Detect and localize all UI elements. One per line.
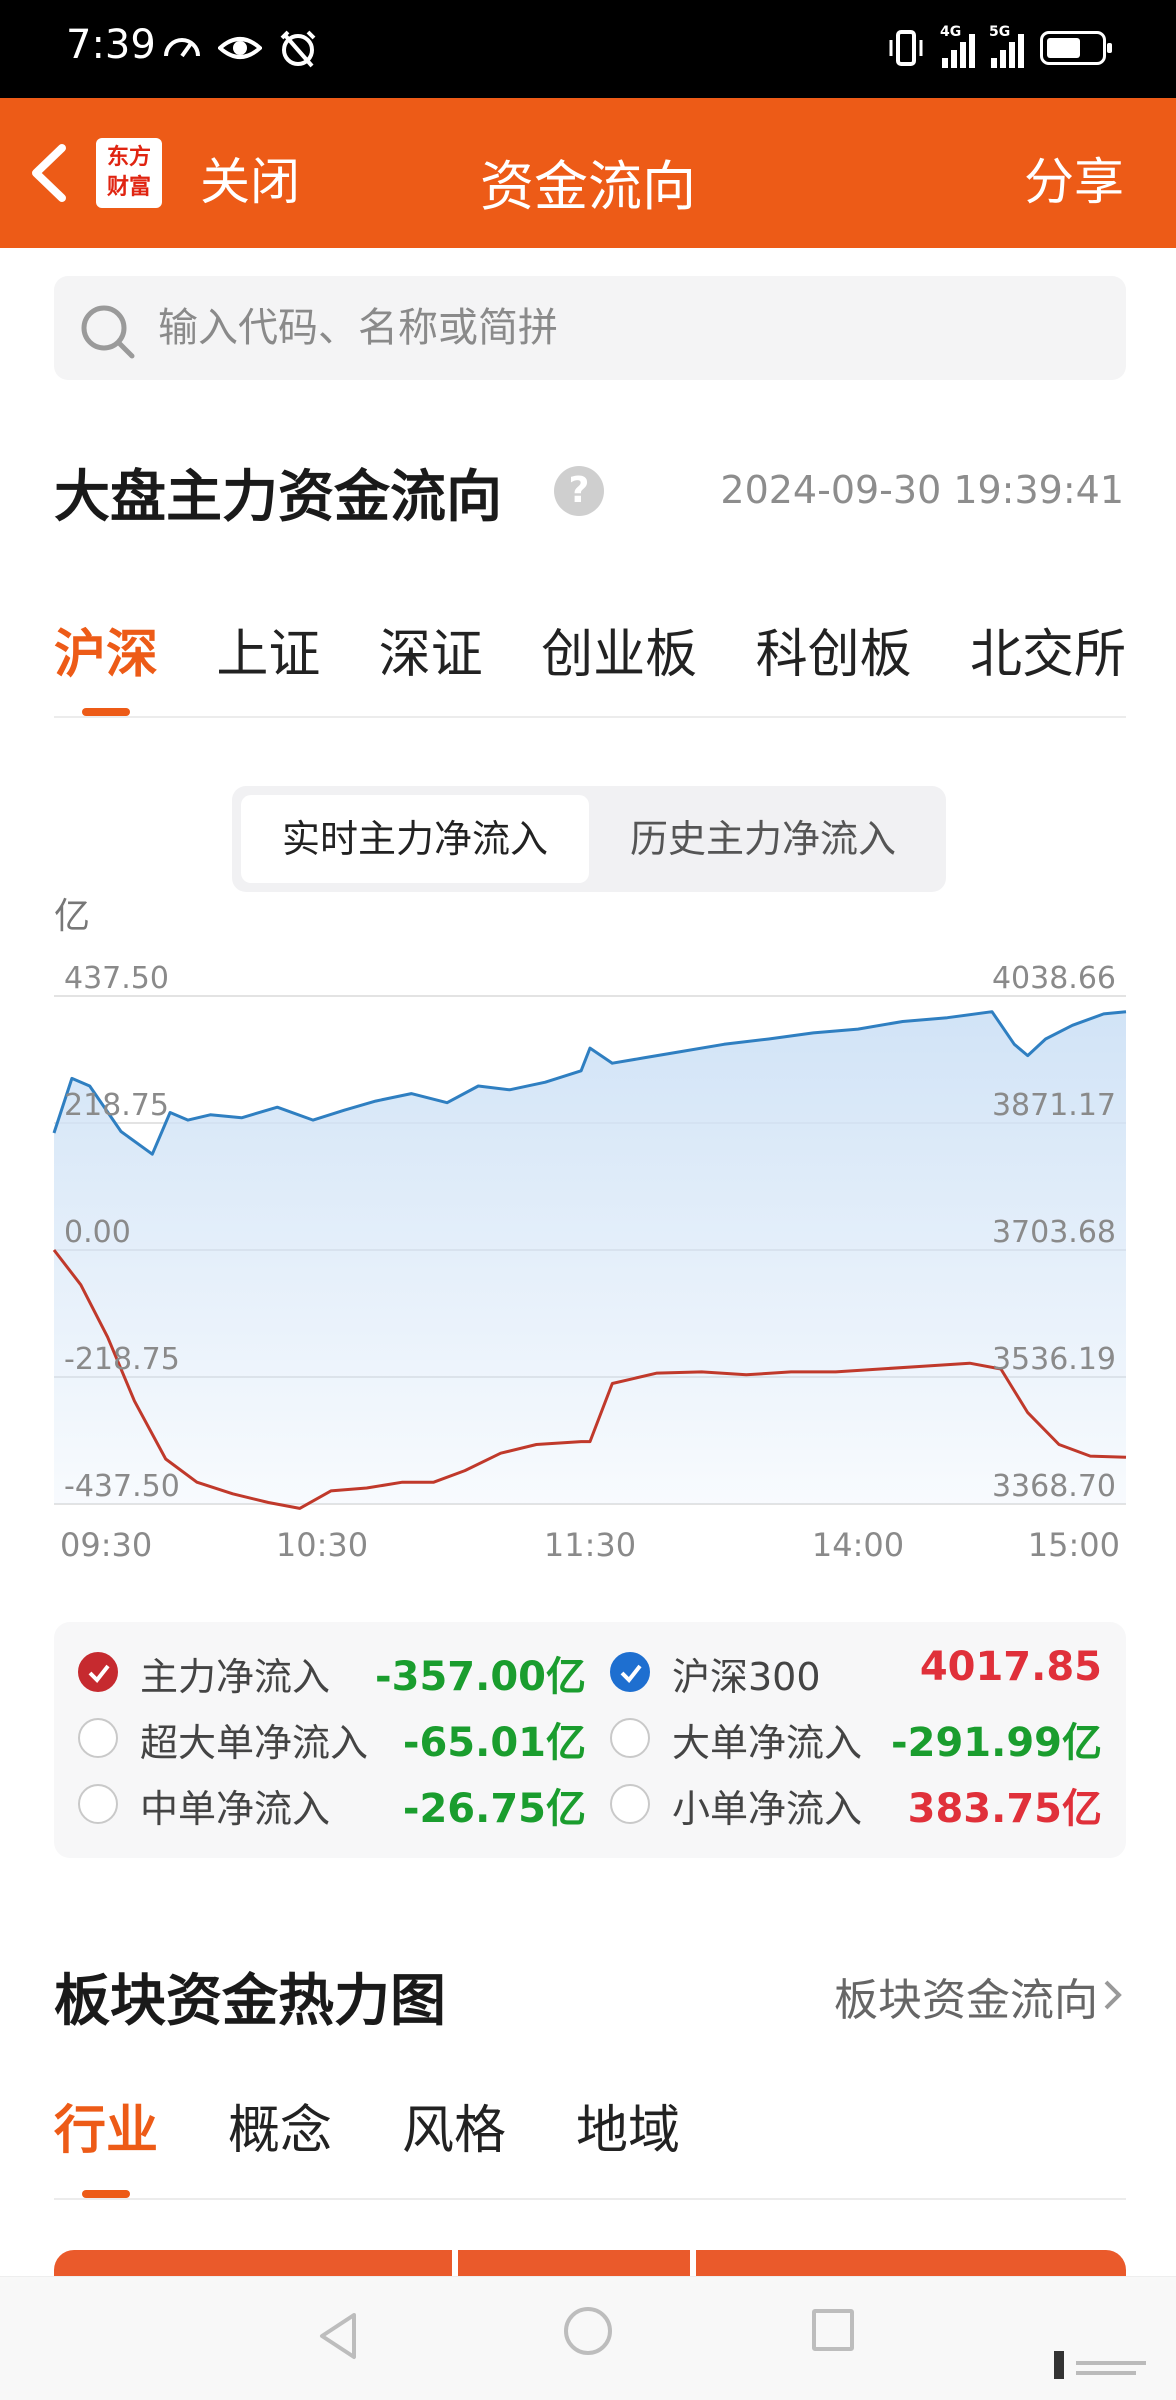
tab-star-market[interactable]: 科创板	[756, 612, 912, 716]
market-tabs: 沪深 上证 深证 创业板 科创板 北交所	[54, 612, 1126, 718]
unchecked-circle-icon[interactable]	[610, 1718, 650, 1758]
chevron-right-icon[interactable]	[1102, 1978, 1124, 2012]
x-axis-tick: 15:00	[1028, 1526, 1120, 1564]
x-axis-tick: 14:00	[812, 1526, 904, 1564]
status-icons	[160, 26, 320, 70]
search-icon	[81, 305, 135, 359]
x-axis-tick: 11:30	[544, 1526, 636, 1564]
signal-5g-icon: 5G	[989, 24, 1024, 68]
left-axis-tick: 218.75	[64, 1088, 169, 1123]
net-4g-label: 4G	[940, 24, 962, 40]
eye-icon	[218, 37, 262, 59]
left-axis-tick: 0.00	[64, 1215, 131, 1250]
tab-concept[interactable]: 概念	[228, 2088, 402, 2198]
x-axis-tick: 09:30	[60, 1526, 152, 1564]
search-input[interactable]	[158, 276, 1098, 380]
chevron-left-icon[interactable]	[26, 142, 70, 204]
unchecked-circle-icon[interactable]	[78, 1718, 118, 1758]
status-icons-right: 4G 5G	[886, 24, 1112, 68]
unit-label: 亿	[54, 896, 90, 937]
legend-value: -291.99亿	[891, 1720, 1102, 1766]
vibrate-icon	[889, 30, 923, 66]
legend-label: 超大单净流入	[140, 1721, 369, 1765]
system-home-icon[interactable]	[564, 2307, 612, 2355]
legend-panel: 主力净流入 -357.00亿 沪深300 4017.85 超大单净流入 -65.…	[54, 1622, 1126, 1858]
heatmap-title: 板块资金热力图	[54, 1969, 446, 2034]
tab-hushen[interactable]: 沪深	[54, 612, 158, 716]
checked-icon[interactable]	[610, 1652, 650, 1692]
timestamp: 2024-09-30 19:39:41	[720, 468, 1124, 512]
status-time: 7:39	[66, 22, 156, 68]
legend-main-inflow[interactable]: 主力净流入 -357.00亿	[78, 1642, 586, 1702]
legend-large[interactable]: 大单净流入 -291.99亿	[610, 1708, 1102, 1768]
chart-canvas: 亿 437.50 4038.66 218.75 3871.17 0.00 3703.68 -…	[52, 896, 1127, 1564]
fund-flow-chart: 亿 437.50 4038.66 218.75 3871.17 0.00 3703.68 -…	[0, 880, 1176, 1580]
legend-super-large[interactable]: 超大单净流入 -65.01亿	[78, 1708, 586, 1768]
heatmap-tabs: 行业 概念 风格 地域	[54, 2088, 1126, 2200]
close-button[interactable]: 关闭	[200, 142, 300, 214]
net-5g-label: 5G	[989, 24, 1011, 40]
system-recents-icon[interactable]	[812, 2309, 854, 2351]
unchecked-circle-icon[interactable]	[610, 1784, 650, 1824]
right-axis-tick: 3368.70	[992, 1469, 1116, 1504]
right-axis-tick: 4038.66	[992, 961, 1116, 996]
legend-medium[interactable]: 中单净流入 -26.75亿	[78, 1774, 586, 1834]
system-nav-bar	[0, 2276, 1176, 2400]
legend-label: 沪深300	[672, 1655, 821, 1699]
tab-chinext[interactable]: 创业板	[541, 612, 697, 716]
legend-value: 383.75亿	[907, 1786, 1102, 1832]
search-box[interactable]	[54, 276, 1126, 380]
battery-icon	[1040, 31, 1112, 65]
legend-label: 大单净流入	[672, 1721, 863, 1765]
system-back-icon[interactable]	[316, 2311, 360, 2361]
right-axis-tick: 3871.17	[992, 1088, 1116, 1123]
legend-label: 中单净流入	[140, 1787, 331, 1831]
tab-beijing[interactable]: 北交所	[970, 612, 1126, 716]
tab-region[interactable]: 地域	[576, 2088, 750, 2198]
tab-industry[interactable]: 行业	[54, 2088, 228, 2198]
left-axis-tick: -218.75	[64, 1342, 180, 1377]
tab-shanghai[interactable]: 上证	[216, 612, 320, 716]
signal-4g-icon: 4G	[940, 24, 975, 68]
legend-label: 小单净流入	[672, 1787, 863, 1831]
legend-small[interactable]: 小单净流入 383.75亿	[610, 1774, 1102, 1834]
inflow-mode-toggle: 实时主力净流入 历史主力净流入	[232, 786, 946, 892]
sector-flow-link[interactable]: 板块资金流向	[834, 1964, 1098, 2028]
unchecked-circle-icon[interactable]	[78, 1784, 118, 1824]
nav-bar: 东方财富 关闭 资金流向 分享	[0, 98, 1176, 248]
legend-label: 主力净流入	[140, 1655, 331, 1699]
status-bar: 7:39 4G 5G	[0, 0, 1176, 98]
alarm-off-icon	[280, 30, 316, 68]
speed-gauge-icon	[164, 38, 200, 58]
tab-style[interactable]: 风格	[402, 2088, 576, 2198]
logo-line-1: 东方	[106, 144, 151, 170]
legend-csi300[interactable]: 沪深300 4017.85	[610, 1642, 1102, 1702]
legend-value: -357.00亿	[375, 1654, 586, 1700]
page-title: 资金流向	[480, 155, 696, 218]
history-inflow-toggle[interactable]: 历史主力净流入	[589, 795, 937, 883]
help-icon[interactable]: ?	[554, 466, 604, 516]
section-title: 大盘主力资金流向	[54, 465, 502, 530]
realtime-inflow-toggle[interactable]: 实时主力净流入	[241, 795, 589, 883]
logo-line-2: 财富	[106, 174, 151, 200]
watermark-icon	[1054, 2351, 1146, 2379]
checked-icon[interactable]	[78, 1652, 118, 1692]
left-axis-tick: 437.50	[64, 961, 169, 996]
right-axis-tick: 3536.19	[992, 1342, 1116, 1377]
x-axis-tick: 10:30	[276, 1526, 368, 1564]
index-area-fill	[54, 1011, 1126, 1504]
right-axis-tick: 3703.68	[992, 1215, 1116, 1250]
left-axis-tick: -437.50	[64, 1469, 180, 1504]
app-logo: 东方 财富	[96, 138, 162, 208]
chart-areas	[54, 1011, 1126, 1504]
legend-value: -65.01亿	[402, 1720, 586, 1766]
tab-shenzhen[interactable]: 深证	[379, 612, 483, 716]
share-button[interactable]: 分享	[1024, 142, 1124, 214]
legend-value: -26.75亿	[402, 1786, 586, 1832]
legend-value: 4017.85	[919, 1644, 1102, 1690]
